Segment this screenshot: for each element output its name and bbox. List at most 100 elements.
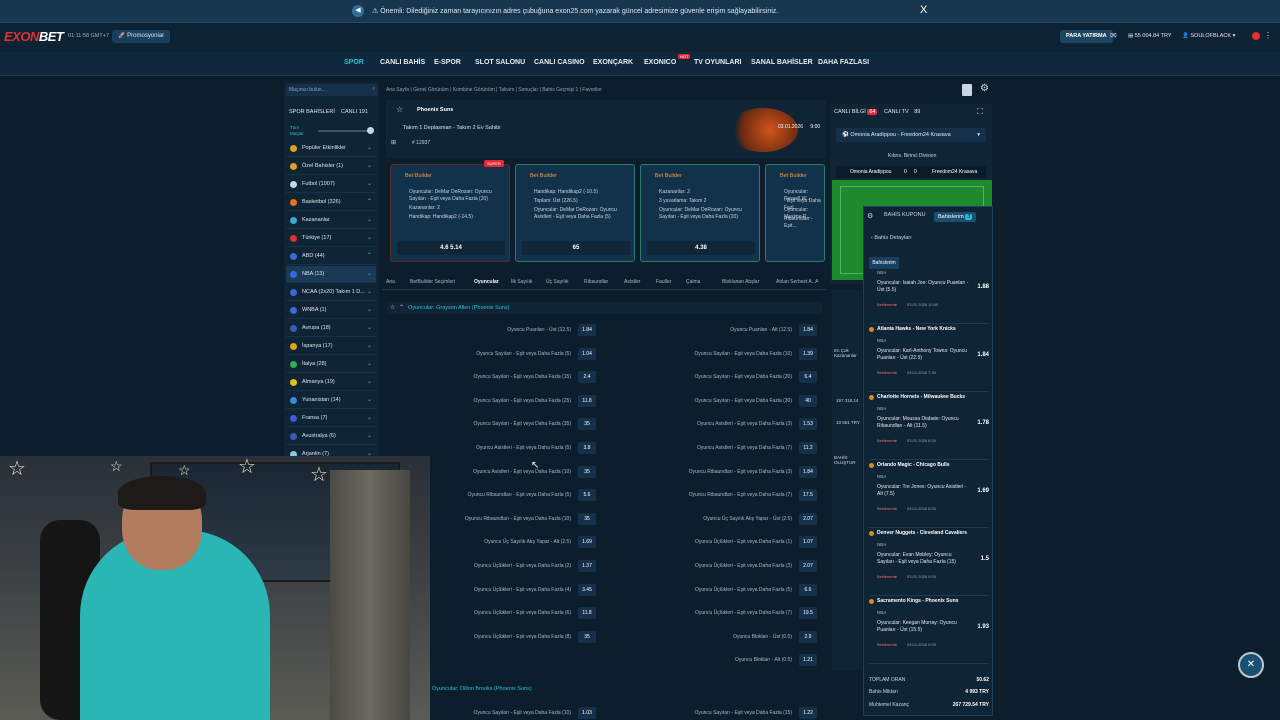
odd-button[interactable]: 1.37 — [578, 560, 596, 572]
odd-button[interactable]: 1.84 — [799, 465, 817, 478]
odd-button[interactable]: 1.04 — [578, 347, 596, 360]
support-fab-icon[interactable]: ✕ — [1238, 652, 1264, 678]
sidebar-item[interactable]: Yunanistan (14) ⌄ — [286, 392, 376, 409]
bet-builder-card[interactable]: Bet Builder Oyuncular: DeMar DeRozan: Oyu… — [390, 164, 510, 262]
odd-button[interactable]: 35 — [578, 630, 596, 643]
market-filter-tab[interactable]: Üç Sayılık — [546, 279, 569, 285]
gear-icon[interactable]: ⚙ — [867, 212, 873, 220]
deposit-button[interactable]: PARA YATIRMA — [1060, 30, 1113, 43]
odd-button[interactable]: 11.8 — [578, 394, 596, 407]
sidebar-item[interactable]: Özel Bahisler (1) ⌄ — [286, 158, 376, 175]
sidebar-item[interactable]: Popüler Etkinlikler ⌄ — [286, 140, 376, 157]
bet-builder-odd[interactable]: 4.6 5.14 — [397, 241, 505, 255]
market-section-header[interactable]: ☆ ⌃ Oyuncular: Grayson Allen (Phoenix Su… — [386, 302, 822, 314]
star-icon[interactable]: ☆ — [390, 304, 395, 311]
sidebar-item[interactable]: Kazananlar ⌄ — [286, 212, 376, 229]
odd-button[interactable]: 35 — [578, 465, 596, 478]
market-filter-tab[interactable]: BetBuilder Seçimleri — [410, 279, 455, 285]
live-info-tab[interactable]: CANLI BİLGİ 64 — [834, 109, 878, 115]
notification-icon[interactable]: ✉ — [1110, 31, 1117, 40]
tab-sports-bets[interactable]: SPOR BAHİSLERİ — [289, 109, 335, 115]
bet-builder-card[interactable]: Bet Builder Oyuncular: Russell W... - Eşit… — [765, 164, 825, 262]
sidebar-item[interactable]: ABD (44) ⌃ — [286, 248, 376, 265]
odd-button[interactable]: 2.9 — [799, 630, 817, 643]
mobile-icon[interactable] — [962, 84, 972, 96]
tab-my-bets[interactable]: Bahislerim 3 — [934, 212, 977, 222]
gear-icon[interactable]: ⚙ — [980, 83, 989, 94]
odd-button[interactable]: 35 — [578, 512, 596, 525]
sidebar-item[interactable]: İtalya (28) ⌄ — [286, 356, 376, 373]
odd-button[interactable]: 6.4 — [799, 371, 817, 384]
market-filter-tab[interactable]: İlk Sayılık — [511, 279, 532, 285]
sidebar-item[interactable]: WNBA (1) ⌄ — [286, 302, 376, 319]
nav-item[interactable]: E-SPOR — [434, 59, 461, 66]
nav-item[interactable]: TV OYUNLARI — [694, 59, 741, 66]
bet-details-back[interactable]: ‹ Bahis Detayları — [871, 235, 912, 241]
market-filter-tab[interactable]: Oyuncular — [474, 279, 499, 285]
sidebar-item[interactable]: Fransa (7) ⌄ — [286, 410, 376, 427]
nav-item[interactable]: CANLI BAHİS — [380, 59, 425, 66]
sidebar-item[interactable]: Almanya (19) ⌄ — [286, 374, 376, 391]
nav-item[interactable]: CANLI CASINO — [534, 59, 585, 66]
sidebar-item[interactable]: Türkiye (17) ⌄ — [286, 230, 376, 247]
odd-button[interactable]: 1.21 — [799, 654, 817, 667]
odd-button[interactable]: 1.53 — [799, 418, 817, 431]
live-tv-tab[interactable]: CANLI TV 89 — [884, 109, 920, 115]
my-bet-item[interactable]: Orlando Magic - Chicago Bulls NBA Oyuncula… — [869, 462, 989, 528]
odd-button[interactable]: 19.5 — [799, 607, 817, 620]
odd-button[interactable]: 1.69 — [578, 536, 596, 549]
market-filter-tab[interactable]: Fauller — [656, 279, 671, 285]
time-slider-handle[interactable] — [367, 127, 374, 134]
sidebar-item[interactable]: Avrupa (18) ⌄ — [286, 320, 376, 337]
user-menu[interactable]: 👤 SOULOFBLACK ▾ — [1182, 33, 1235, 39]
menu-icon[interactable]: ⋮ — [1264, 31, 1272, 40]
my-bet-item[interactable]: Sacramento Kings - Phoenix Suns NBA Oyuncu… — [869, 598, 989, 664]
odd-button[interactable]: 11.2 — [799, 442, 817, 454]
search-icon[interactable]: ⌕ — [815, 278, 819, 286]
bet-builder-odd[interactable]: 4.38 — [647, 241, 755, 255]
sidebar-item[interactable]: NCAA (2x20) Takım 1 D... ⌄ — [286, 284, 376, 301]
odd-button[interactable]: 1.03 — [578, 707, 596, 719]
my-bet-item[interactable]: NBA Oyuncular: Isaiah Joe: Oyuncu Puanlar… — [869, 268, 989, 324]
expand-icon[interactable]: ⛶ — [977, 107, 983, 117]
sidebar-item[interactable]: Basketbol (326) ⌃ — [286, 194, 376, 211]
odd-button[interactable]: 35 — [578, 418, 596, 431]
odd-button[interactable]: 40 — [799, 394, 817, 407]
market-filter-tab[interactable]: Asistler — [624, 279, 640, 285]
odd-button[interactable]: 1.84 — [799, 324, 817, 336]
match-search-input[interactable]: Maçınızı bulun... ⌕ — [286, 84, 378, 96]
live-match-select[interactable]: ⚽ Omonia Aradippou - Freedom24 Krasava ▾ — [836, 128, 986, 142]
balance[interactable]: ▤ 55 004.84 TRY — [1128, 33, 1172, 39]
nav-item[interactable]: SANAL BAHİSLER — [751, 59, 813, 66]
odd-button[interactable]: 6.6 — [799, 583, 817, 596]
close-icon[interactable]: X — [920, 4, 927, 16]
my-bet-item[interactable]: Atlanta Hawks - New York Knicks NBA Oyuncu… — [869, 326, 989, 392]
bet-builder-card[interactable]: Bet Builder Kazananlar: 2 3 yuvarlama: Tak… — [640, 164, 760, 262]
promotions-button[interactable]: 🚀 Promosyonlar — [112, 30, 171, 43]
language-flag-icon[interactable] — [1252, 32, 1260, 40]
odd-button[interactable]: 1.22 — [799, 707, 817, 719]
odd-button[interactable]: 17.5 — [799, 489, 817, 502]
market-filter-tab[interactable]: Atılan Serbest A... — [776, 279, 816, 285]
odd-button[interactable]: 5.6 — [578, 489, 596, 502]
sidebar-item[interactable]: İspanya (17) ⌄ — [286, 338, 376, 355]
my-bet-item[interactable]: Denver Nuggets - Cleveland Cavaliers NBA O… — [869, 530, 989, 596]
star-icon[interactable]: ☆ — [396, 105, 403, 114]
nav-item[interactable]: EXONICO — [644, 59, 676, 66]
logo[interactable]: EXONBET — [4, 29, 64, 44]
odd-button[interactable]: 1.07 — [799, 536, 817, 549]
time-slider-track[interactable] — [318, 130, 372, 132]
market-filter-tab[interactable]: Bloklanan Atışlar — [722, 279, 759, 285]
odd-button[interactable]: 2.07 — [799, 512, 817, 525]
market-filter-tab[interactable]: Ribaundlar — [584, 279, 608, 285]
odd-button[interactable]: 1.84 — [578, 324, 596, 336]
odd-button[interactable]: 1.39 — [799, 347, 817, 360]
odd-button[interactable]: 3.8 — [578, 442, 596, 454]
section2-title[interactable]: Oyuncular: Dillon Brooks (Phoenix Suns) — [432, 686, 532, 692]
sidebar-item[interactable]: Futbol (1007) ⌄ — [286, 176, 376, 193]
sidebar-item[interactable]: NBA (13) ⌄ — [286, 266, 376, 283]
odd-button[interactable]: 3.45 — [578, 583, 596, 596]
market-filter-tab[interactable]: Ana — [386, 279, 395, 285]
sidebar-item[interactable]: Avustralya (6) ⌄ — [286, 428, 376, 445]
nav-item[interactable]: SLOT SALONU — [475, 59, 525, 66]
